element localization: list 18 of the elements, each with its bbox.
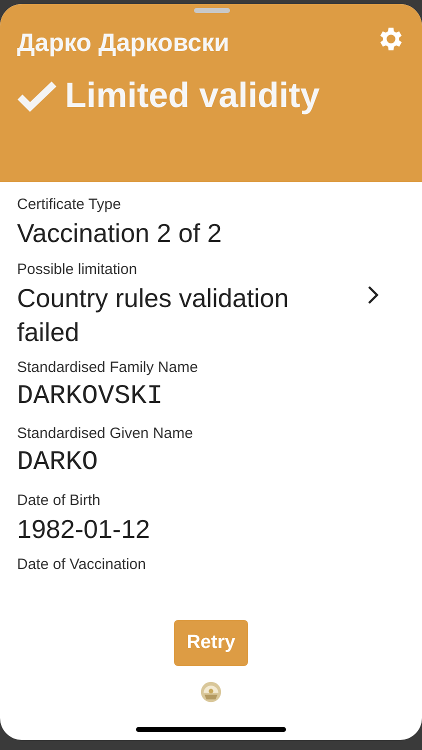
chevron-icon[interactable] — [367, 285, 379, 306]
sheet-grabber[interactable] — [194, 8, 230, 13]
field-label: Standardised Given Name — [17, 425, 193, 442]
field-value: 1982-01-12 — [17, 512, 150, 546]
emblem-icon — [200, 681, 222, 703]
retry-button[interactable]: Retry — [174, 620, 248, 666]
field-label: Certificate Type — [17, 196, 122, 213]
field-label: Date of Birth — [17, 492, 102, 509]
field-value: Country rules validation failed — [17, 282, 290, 349]
holder-name: Дарко Дарковски — [17, 29, 230, 58]
field-label: Possible limitation — [17, 260, 138, 278]
checkmark-icon — [17, 80, 57, 112]
validity-status: Limited validity — [65, 76, 320, 116]
field-value: DARKO — [17, 447, 100, 480]
field-value: Vaccination 2 of 2 — [17, 217, 222, 250]
field-value: DARKOVSKI — [17, 381, 164, 414]
field-label: Date of Vaccination — [17, 556, 146, 574]
field-label: Standardised Family Name — [17, 359, 198, 376]
